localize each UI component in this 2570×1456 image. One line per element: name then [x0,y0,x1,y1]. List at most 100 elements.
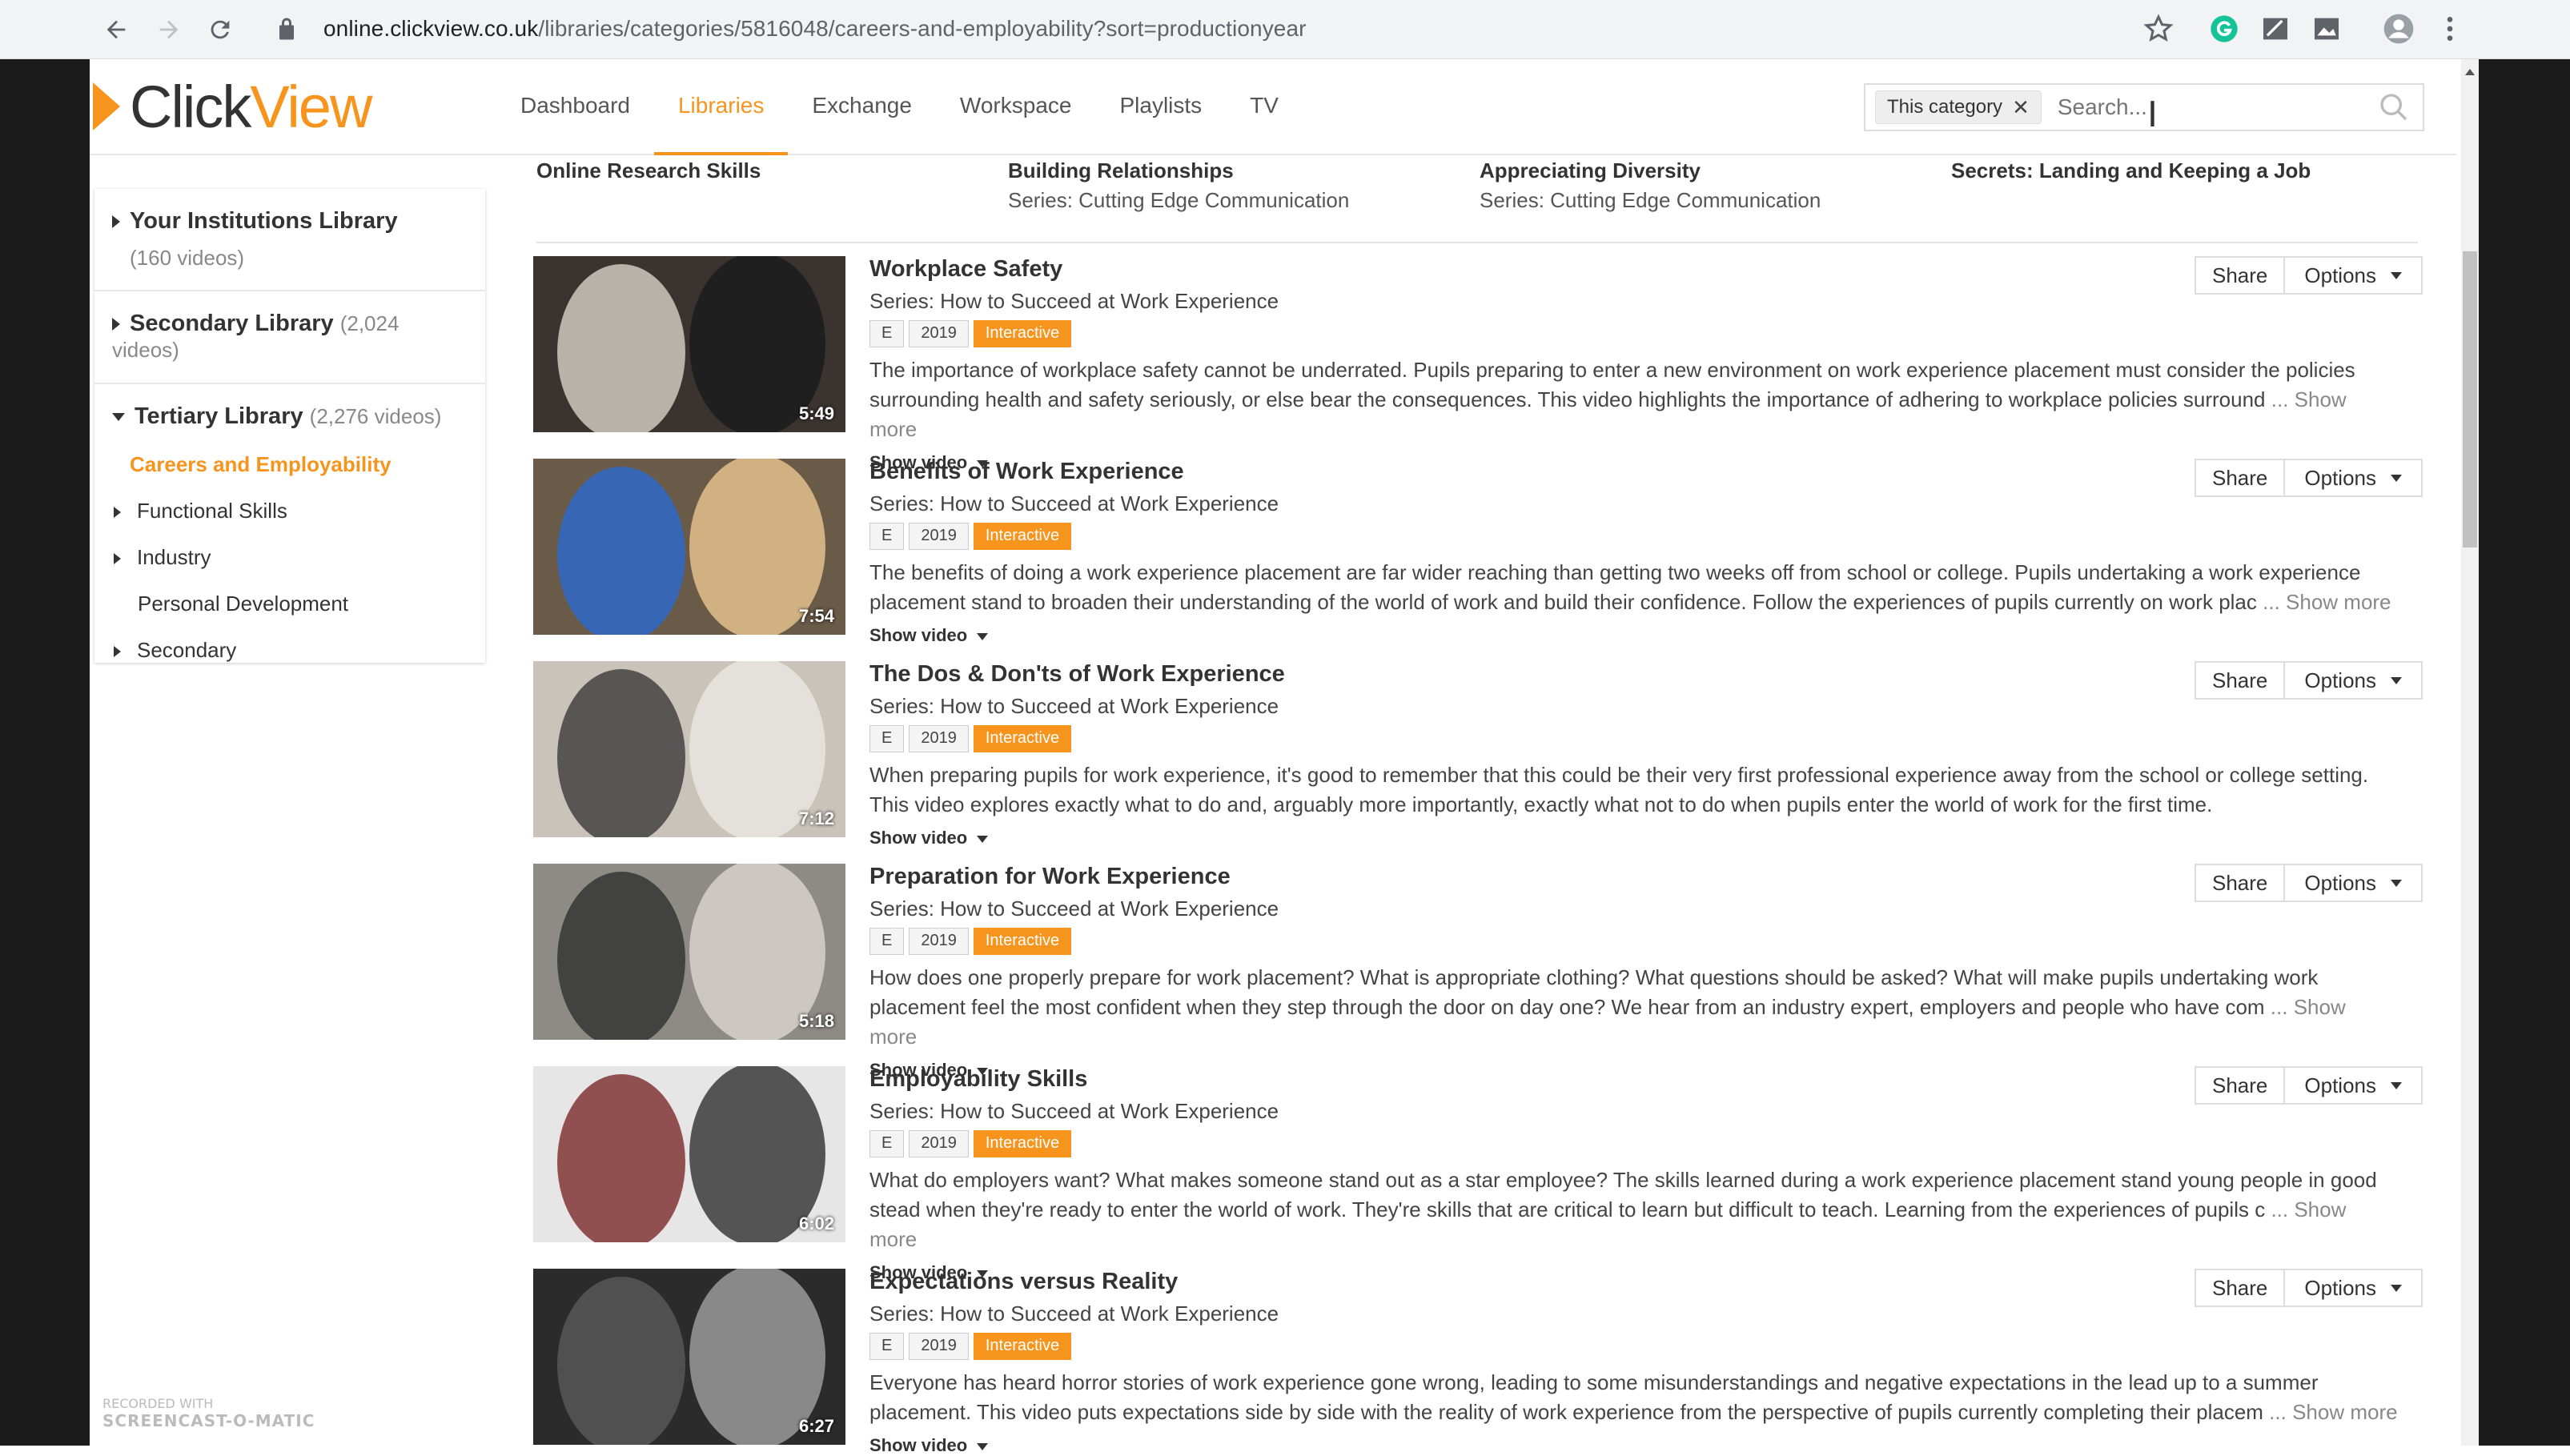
video-thumbnail[interactable]: 5:18 [533,864,845,1040]
video-thumbnail[interactable]: 7:54 [533,459,845,635]
rating-badge: E [869,725,905,752]
scrollbar-thumb[interactable] [2463,251,2477,548]
video-actions: Share Options [2195,256,2423,295]
category-personal-development[interactable]: Personal Development [114,580,485,627]
category-filter-chip[interactable]: This category ✕ [1875,90,2042,124]
year-badge: 2019 [909,1130,969,1157]
reload-icon[interactable] [200,10,240,50]
share-button[interactable]: Share [2195,459,2286,497]
video-series[interactable]: Series: How to Succeed at Work Experienc… [869,491,2415,516]
options-button[interactable]: Options [2285,661,2423,700]
video-title[interactable]: Benefits of Work Experience [869,459,2415,485]
show-more-link[interactable]: ... Show more [2269,1400,2397,1424]
category-careers-and-employability[interactable]: Careers and Employability [114,441,485,487]
video-row: 6:02 Employability Skills Series: How to… [533,1066,2423,1282]
video-title[interactable]: Expectations versus Reality [869,1269,2415,1295]
video-description: What do employers want? What makes someo… [869,1168,2377,1251]
collapsed-caret-icon [112,318,120,331]
nav-dashboard[interactable]: Dashboard [496,59,654,155]
series-card[interactable]: Online Research Skills [536,158,761,188]
category-functional-skills[interactable]: Functional Skills [114,487,485,534]
year-badge: 2019 [909,320,969,347]
show-video-toggle[interactable]: Show video [869,625,2415,646]
video-tags: E 2019 Interactive [869,1130,2415,1157]
share-button[interactable]: Share [2195,661,2286,700]
nav-exchange[interactable]: Exchange [788,59,936,155]
video-thumbnail[interactable]: 7:12 [533,661,845,837]
video-duration: 7:54 [798,606,834,626]
video-thumbnail[interactable]: 6:02 [533,1066,845,1242]
video-actions: Share Options [2195,1066,2423,1105]
year-badge: 2019 [909,725,969,752]
options-button[interactable]: Options [2285,1269,2423,1307]
nav-playlists[interactable]: Playlists [1095,59,1226,155]
video-series[interactable]: Series: How to Succeed at Work Experienc… [869,1099,2415,1124]
chevron-down-icon [977,632,989,640]
address-bar[interactable]: online.clickview.co.uk/libraries/categor… [256,5,2178,53]
extension-icon[interactable] [2259,13,2291,45]
clickview-logo[interactable]: ClickView [90,74,372,140]
profile-avatar-icon[interactable] [2383,13,2415,45]
show-more-link[interactable]: ... Show more [2263,590,2391,614]
page-scrollbar[interactable] [2461,59,2479,1446]
menu-kebab-icon[interactable] [2434,13,2466,45]
text-cursor-icon: I [2147,94,2158,135]
library-tertiary[interactable]: Tertiary Library (2,276 videos) [94,384,485,435]
show-video-toggle[interactable]: Show video [869,1435,2415,1456]
video-thumbnail[interactable]: 6:27 [533,1269,845,1445]
options-button[interactable]: Options [2285,864,2423,902]
nav-workspace[interactable]: Workspace [936,59,1096,155]
video-title[interactable]: The Dos & Don'ts of Work Experience [869,661,2415,688]
video-title[interactable]: Preparation for Work Experience [869,864,2415,890]
category-secondary[interactable]: Secondary [114,627,485,673]
video-row: 7:54 Benefits of Work Experience Series:… [533,459,2423,646]
options-button[interactable]: Options [2285,459,2423,497]
category-industry[interactable]: Industry [114,534,485,580]
video-description: The benefits of doing a work experience … [869,560,2391,614]
video-row: 5:18 Preparation for Work Experience Ser… [533,864,2423,1080]
grammarly-extension-icon[interactable] [2208,13,2240,45]
year-badge: 2019 [909,928,969,955]
expanded-caret-icon [112,413,125,422]
series-card[interactable]: Building Relationships Series: Cutting E… [1008,158,1349,213]
rating-badge: E [869,523,905,550]
video-series[interactable]: Series: How to Succeed at Work Experienc… [869,1302,2415,1326]
video-series[interactable]: Series: How to Succeed at Work Experienc… [869,896,2415,921]
options-button[interactable]: Options [2285,256,2423,295]
video-series[interactable]: Series: How to Succeed at Work Experienc… [869,289,2415,314]
show-video-toggle[interactable]: Show video [869,828,2415,848]
options-button[interactable]: Options [2285,1066,2423,1105]
video-thumbnail[interactable]: 5:49 [533,256,845,432]
video-description: The importance of workplace safety canno… [869,358,2355,441]
video-title[interactable]: Employability Skills [869,1066,2415,1093]
library-your-institution[interactable]: Your Institutions Library (160 videos) [94,189,485,291]
search-input[interactable] [2057,94,2378,120]
video-info: Expectations versus Reality Series: How … [869,1269,2415,1456]
forward-icon[interactable] [149,10,189,50]
video-duration: 7:12 [798,808,834,828]
video-series[interactable]: Series: How to Succeed at Work Experienc… [869,694,2415,719]
video-duration: 5:18 [798,1011,834,1031]
remove-filter-icon[interactable]: ✕ [2012,95,2030,120]
series-row: Online Research Skills Building Relation… [536,155,2418,243]
search-icon[interactable] [2378,91,2410,123]
extension-image-icon[interactable] [2311,13,2343,45]
library-secondary[interactable]: Secondary Library (2,024 videos) [94,291,485,384]
share-button[interactable]: Share [2195,1269,2286,1307]
chevron-down-icon [2391,271,2402,279]
bookmark-star-icon[interactable] [2142,13,2174,45]
video-row: 5:49 Workplace Safety Series: How to Suc… [533,256,2423,472]
scroll-up-arrow-icon[interactable] [2465,69,2475,75]
share-button[interactable]: Share [2195,256,2286,295]
share-button[interactable]: Share [2195,864,2286,902]
share-button[interactable]: Share [2195,1066,2286,1105]
chevron-down-icon [2391,879,2402,887]
series-card[interactable]: Appreciating Diversity Series: Cutting E… [1480,158,1821,213]
video-row: 7:12 The Dos & Don'ts of Work Experience… [533,661,2423,848]
video-title[interactable]: Workplace Safety [869,256,2415,283]
nav-libraries[interactable]: Libraries [653,59,789,157]
video-tags: E 2019 Interactive [869,725,2415,752]
back-icon[interactable] [96,10,136,50]
series-card[interactable]: Secrets: Landing and Keeping a Job [1951,158,2311,188]
nav-tv[interactable]: TV [1226,59,1303,155]
